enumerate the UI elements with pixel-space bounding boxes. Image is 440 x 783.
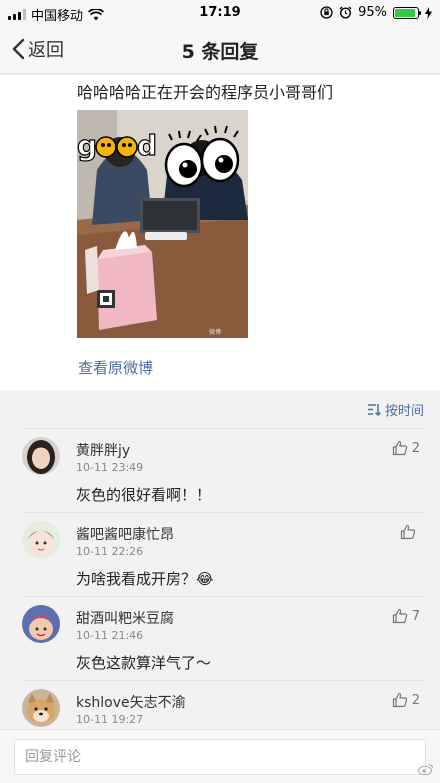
- comment-author[interactable]: 黄胖胖jy: [76, 440, 130, 460]
- back-label: 返回: [28, 40, 64, 61]
- svg-text:d: d: [137, 129, 157, 162]
- comment-author[interactable]: kshlove矢志不渝: [76, 692, 186, 712]
- avatar[interactable]: [22, 521, 60, 559]
- divider: [22, 680, 424, 681]
- reply-input[interactable]: 回复评论: [14, 739, 426, 775]
- comment-item[interactable]: 甜酒叫粑米豆腐 10-11 21:46 灰色这款算洋气了～ 7: [0, 596, 440, 680]
- like-count: 7: [411, 608, 420, 624]
- comment-text: 为啥我看成开房？😂: [76, 570, 214, 588]
- avatar[interactable]: [22, 689, 60, 727]
- like-button[interactable]: 7: [392, 608, 420, 624]
- divider: [22, 512, 424, 513]
- comment-text: 灰色这款算洋气了～: [76, 654, 212, 672]
- comment-author[interactable]: 甜酒叫粑米豆腐: [76, 608, 174, 628]
- post-photo[interactable]: g d 微博: [77, 110, 248, 338]
- nav-bar: 返回 5 条回复: [0, 26, 440, 74]
- view-original-link[interactable]: 查看原微博: [78, 357, 153, 378]
- divider: [22, 596, 424, 597]
- comment-author[interactable]: 酱吧酱吧康忙昂: [76, 524, 174, 544]
- comment-text: 灰色的很好看啊！！: [76, 486, 212, 504]
- post-text: 哈哈哈哈正在开会的程序员小哥哥们: [77, 83, 334, 102]
- thumbs-up-icon: [392, 608, 407, 624]
- page-title: 5 条回复: [181, 41, 259, 63]
- status-bar: 中国移动 17:19 95%: [0, 0, 440, 26]
- battery-icon: [393, 6, 421, 19]
- thumbs-up-icon: [392, 440, 407, 456]
- chevron-left-icon: [12, 38, 25, 60]
- comment-item[interactable]: 黄胖胖jy 10-11 23:49 灰色的很好看啊！！ 2: [0, 428, 440, 512]
- svg-text:微博: 微博: [209, 328, 221, 336]
- watermark: [418, 763, 434, 775]
- reply-bar: 回复评论: [0, 729, 440, 783]
- charging-icon: [425, 6, 432, 19]
- like-count: 2: [411, 692, 420, 708]
- like-button[interactable]: 2: [392, 692, 420, 708]
- comment-time: 10-11 19:27: [76, 713, 144, 726]
- like-count: 2: [411, 440, 420, 456]
- divider: [22, 428, 424, 429]
- weibo-logo-icon: [418, 764, 433, 775]
- back-button[interactable]: 返回: [12, 36, 64, 62]
- avatar[interactable]: [22, 605, 60, 643]
- thumbs-up-icon: [400, 524, 416, 540]
- original-post: 哈哈哈哈正在开会的程序员小哥哥们 g d 微博 查看原微博: [0, 75, 440, 390]
- comment-time: 10-11 21:46: [76, 629, 144, 642]
- thumbs-up-icon: [392, 692, 407, 708]
- orientation-lock-icon: [320, 6, 333, 19]
- comment-time: 10-11 22:26: [76, 545, 144, 558]
- sort-label: 按时间: [384, 404, 424, 419]
- alarm-icon: [339, 6, 352, 19]
- svg-text:g: g: [77, 129, 97, 162]
- comment-item[interactable]: 酱吧酱吧康忙昂 10-11 22:26 为啥我看成开房？😂: [0, 512, 440, 596]
- battery-percent: 95%: [358, 5, 387, 20]
- like-button[interactable]: [400, 524, 420, 540]
- avatar[interactable]: [22, 437, 60, 475]
- sort-toggle[interactable]: 按时间: [367, 400, 424, 419]
- comment-time: 10-11 23:49: [76, 461, 144, 474]
- sort-icon: [367, 404, 381, 416]
- like-button[interactable]: 2: [392, 440, 420, 456]
